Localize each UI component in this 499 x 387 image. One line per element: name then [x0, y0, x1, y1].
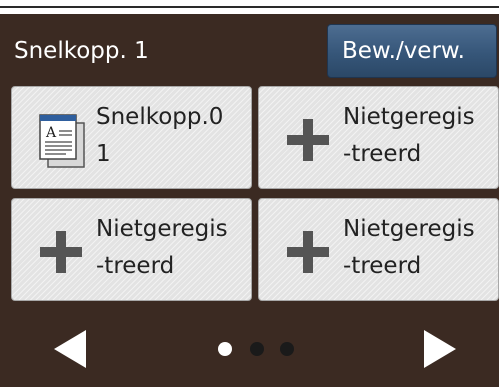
left-triangle-icon[interactable]	[50, 326, 90, 372]
shortcut-tile-1-line2: 1	[96, 141, 111, 167]
right-triangle-icon[interactable]	[420, 326, 460, 372]
shortcut-tile-3-label: Nietgeregis -treerd	[96, 211, 248, 285]
plus-icon	[287, 119, 329, 161]
shortcut-tile-2-line2: -treerd	[343, 141, 422, 167]
shortcut-tile-1[interactable]: A Snelkopp.0 1	[11, 86, 252, 189]
plus-icon	[287, 231, 329, 273]
shortcut-tile-4-line2: -treerd	[343, 253, 422, 279]
page-dot-3	[280, 342, 294, 356]
shortcut-tile-3-line2: -treerd	[96, 253, 175, 279]
page-title: Snelkopp. 1	[14, 38, 149, 64]
shortcut-tile-1-label: Snelkopp.0 1	[96, 99, 248, 173]
plus-icon	[40, 231, 82, 273]
top-rule	[0, 6, 499, 8]
page-dot-2	[250, 342, 264, 356]
shortcut-tile-3-line1: Nietgeregis	[96, 216, 228, 242]
shortcut-tile-2[interactable]: Nietgeregis -treerd	[258, 86, 499, 189]
page-indicator	[212, 342, 302, 358]
document-icon: A	[39, 114, 85, 168]
shortcut-tile-4-label: Nietgeregis -treerd	[343, 211, 495, 285]
shortcut-tile-1-line1: Snelkopp.0	[96, 104, 224, 130]
svg-text:A: A	[45, 125, 57, 141]
shortcut-tile-2-line1: Nietgeregis	[343, 104, 475, 130]
page-dot-1-active	[218, 342, 232, 356]
screen: Snelkopp. 1 Bew./verw. A Snelkopp.0 1 Ni…	[0, 0, 499, 387]
edit-delete-button[interactable]: Bew./verw.	[327, 24, 497, 78]
shortcut-tile-2-label: Nietgeregis -treerd	[343, 99, 495, 173]
shortcut-tile-4[interactable]: Nietgeregis -treerd	[258, 198, 499, 301]
shortcut-tile-4-line1: Nietgeregis	[343, 216, 475, 242]
shortcut-tile-3[interactable]: Nietgeregis -treerd	[11, 198, 252, 301]
